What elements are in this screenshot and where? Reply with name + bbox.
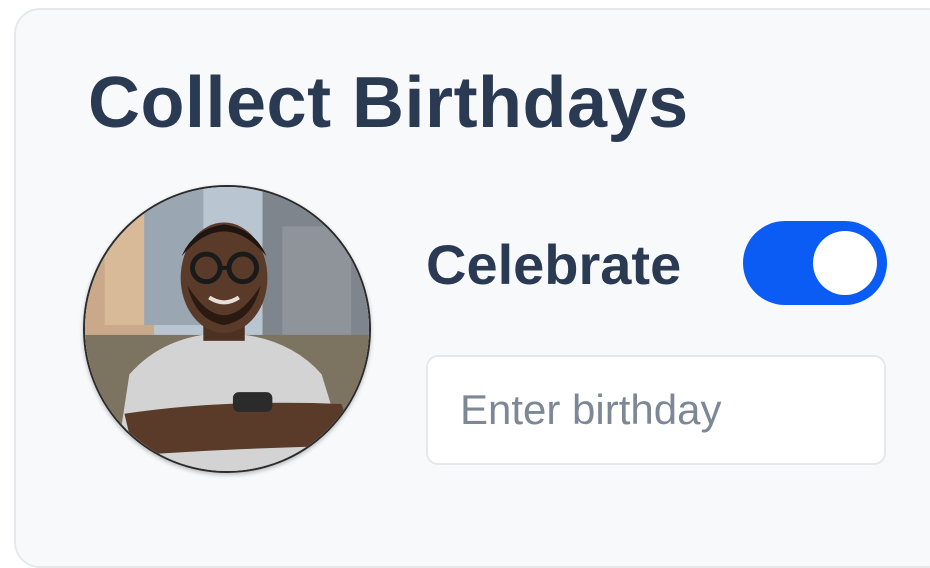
celebrate-label: Celebrate	[426, 233, 682, 296]
toggle-knob	[813, 231, 877, 295]
avatar	[83, 185, 371, 473]
celebrate-toggle[interactable]	[743, 221, 887, 305]
profile-photo-icon	[85, 187, 369, 471]
birthday-input[interactable]	[426, 355, 886, 465]
card-title: Collect Birthdays	[88, 63, 689, 143]
